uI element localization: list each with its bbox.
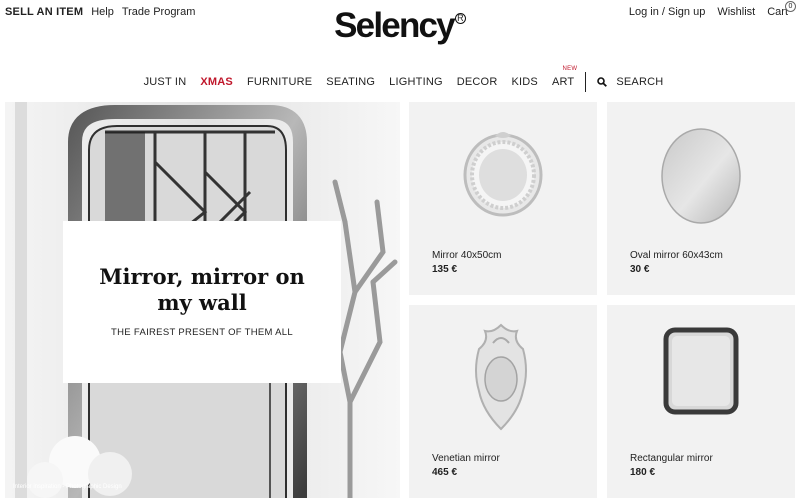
- ornate-round-mirror-icon: [463, 132, 543, 217]
- top-right-links: Log in / Sign up Wishlist Cart 0: [629, 1, 796, 18]
- product-name: Rectangular mirror: [630, 453, 713, 464]
- rectangular-mirror-icon: [663, 327, 739, 415]
- oval-mirror-icon: [661, 128, 741, 224]
- hero-title: Mirror, mirror on my wall: [99, 264, 305, 315]
- product-card[interactable]: Venetian mirror 465 €: [409, 305, 597, 498]
- photo-credit: Interior inspiration - Photographic Desi…: [13, 484, 122, 490]
- registered-icon: R: [454, 12, 466, 24]
- top-bar: SELL AN ITEM Help Trade Program Selency R…: [0, 0, 800, 60]
- main-nav: JUST IN XMAS FURNITURE SEATING LIGHTING …: [0, 66, 800, 92]
- product-name: Oval mirror 60x43cm: [630, 250, 723, 261]
- new-badge: NEW: [562, 66, 578, 72]
- nav-item-seating[interactable]: SEATING: [326, 76, 375, 88]
- nav-item-decor[interactable]: DECOR: [457, 76, 498, 88]
- wishlist-link[interactable]: Wishlist: [717, 6, 755, 18]
- nav-divider: [585, 72, 587, 92]
- logo-text: Selency: [334, 6, 456, 45]
- product-name: Venetian mirror: [432, 453, 500, 464]
- product-price: 135 €: [432, 264, 458, 275]
- product-price: 30 €: [630, 264, 650, 275]
- product-card[interactable]: Oval mirror 60x43cm 30 €: [607, 102, 795, 295]
- product-price: 180 €: [630, 467, 656, 478]
- hero-subtitle: THE FAIREST PRESENT OF THEM ALL: [111, 327, 293, 338]
- nav-item-xmas[interactable]: XMAS: [200, 76, 233, 88]
- nav-item-just-in[interactable]: JUST IN: [144, 76, 187, 88]
- nav-item-art[interactable]: ART NEW: [551, 66, 577, 88]
- product-name: Mirror 40x50cm: [432, 250, 502, 261]
- venetian-mirror-icon: [475, 323, 527, 431]
- login-link[interactable]: Log in / Sign up: [629, 6, 705, 18]
- nav-item-kids[interactable]: KIDS: [511, 76, 537, 88]
- nav-item-art-label: ART: [551, 76, 575, 88]
- product-price: 465 €: [432, 467, 458, 478]
- cart-link[interactable]: Cart 0: [767, 1, 796, 18]
- nav-item-lighting[interactable]: LIGHTING: [389, 76, 443, 88]
- hero-banner[interactable]: Mirror, mirror on my wall THE FAIREST PR…: [5, 102, 400, 498]
- search-button[interactable]: SEARCH: [597, 76, 663, 88]
- search-icon: [597, 77, 608, 87]
- product-card[interactable]: Mirror 40x50cm 135 €: [409, 102, 597, 295]
- search-label: SEARCH: [616, 76, 664, 88]
- hero-text-card: Mirror, mirror on my wall THE FAIREST PR…: [63, 221, 341, 383]
- cart-count-badge: 0: [785, 1, 796, 12]
- product-card[interactable]: Rectangular mirror 180 €: [607, 305, 795, 498]
- nav-item-furniture[interactable]: FURNITURE: [247, 76, 312, 88]
